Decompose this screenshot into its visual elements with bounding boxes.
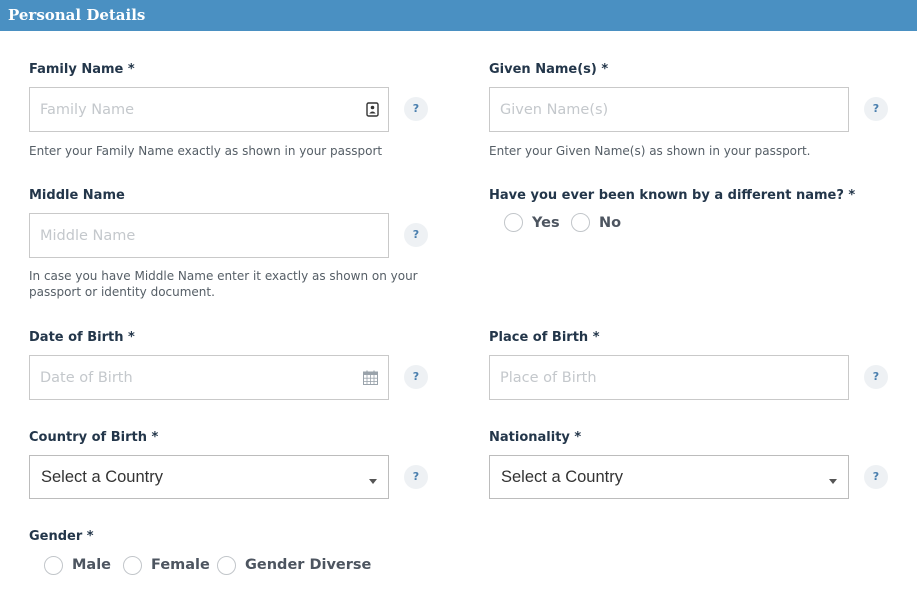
family-name-input[interactable] <box>30 88 340 131</box>
place-of-birth-help-button[interactable]: ? <box>864 365 888 389</box>
given-names-field[interactable] <box>489 87 849 132</box>
place-of-birth-input[interactable] <box>490 356 800 399</box>
country-of-birth-help-button[interactable]: ? <box>404 465 428 489</box>
given-names-hint: Enter your Given Name(s) as shown in you… <box>489 144 811 158</box>
nationality-label: Nationality * <box>489 430 582 445</box>
calendar-icon[interactable] <box>363 370 378 385</box>
gender-label: Gender * <box>29 529 94 544</box>
radio-yes[interactable] <box>504 213 523 232</box>
radio-yes-label[interactable]: Yes <box>532 215 560 231</box>
middle-name-help-button[interactable]: ? <box>404 223 428 247</box>
caret-down-icon <box>829 479 837 484</box>
date-of-birth-label: Date of Birth * <box>29 330 135 345</box>
given-names-help-button[interactable]: ? <box>864 97 888 121</box>
radio-gender-diverse-label[interactable]: Gender Diverse <box>245 557 371 573</box>
nationality-selected: Select a Country <box>501 468 623 486</box>
caret-down-icon <box>369 479 377 484</box>
country-of-birth-selected: Select a Country <box>41 468 163 486</box>
radio-male[interactable] <box>44 556 63 575</box>
nationality-help-button[interactable]: ? <box>864 465 888 489</box>
family-name-help-button[interactable]: ? <box>404 97 428 121</box>
middle-name-label: Middle Name <box>29 188 125 203</box>
section-header: Personal Details <box>0 0 917 31</box>
radio-no[interactable] <box>571 213 590 232</box>
radio-gender-diverse[interactable] <box>217 556 236 575</box>
family-name-label: Family Name * <box>29 62 135 77</box>
given-names-input[interactable] <box>490 88 800 131</box>
middle-name-hint-line2: passport or identity document. <box>29 285 215 299</box>
middle-name-field[interactable] <box>29 213 389 258</box>
section-title: Personal Details <box>8 6 146 24</box>
radio-male-label[interactable]: Male <box>72 557 111 573</box>
country-of-birth-label: Country of Birth * <box>29 430 159 445</box>
nationality-select[interactable]: Select a Country <box>489 455 849 499</box>
date-of-birth-input[interactable] <box>30 356 340 399</box>
date-of-birth-field[interactable] <box>29 355 389 400</box>
known-by-other-name-label: Have you ever been known by a different … <box>489 188 856 203</box>
middle-name-hint-line1: In case you have Middle Name enter it ex… <box>29 269 418 283</box>
place-of-birth-field[interactable] <box>489 355 849 400</box>
radio-no-label[interactable]: No <box>599 215 621 231</box>
radio-female-label[interactable]: Female <box>151 557 210 573</box>
radio-female[interactable] <box>123 556 142 575</box>
middle-name-input[interactable] <box>30 214 340 257</box>
country-of-birth-select[interactable]: Select a Country <box>29 455 389 499</box>
family-name-field[interactable] <box>29 87 389 132</box>
place-of-birth-label: Place of Birth * <box>489 330 600 345</box>
date-of-birth-help-button[interactable]: ? <box>404 365 428 389</box>
given-names-label: Given Name(s) * <box>489 62 609 77</box>
contact-card-icon <box>366 102 379 117</box>
family-name-hint: Enter your Family Name exactly as shown … <box>29 144 383 158</box>
